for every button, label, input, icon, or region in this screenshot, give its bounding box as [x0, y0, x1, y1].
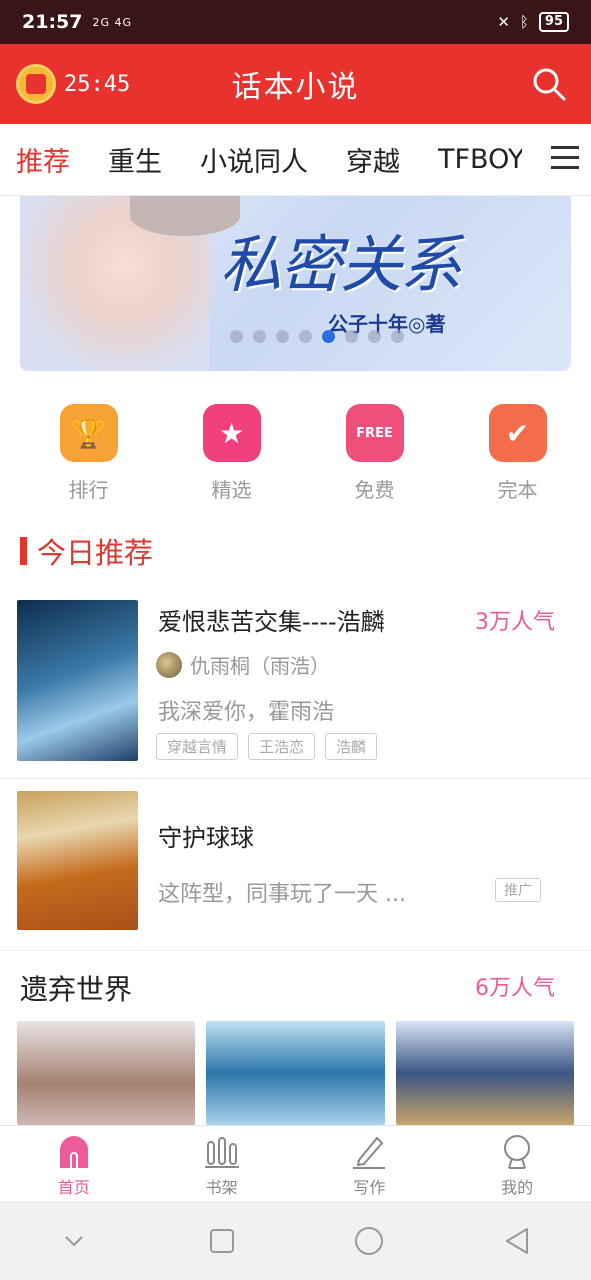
free-icon: FREE	[345, 404, 404, 462]
section-title: 今日推荐	[37, 536, 154, 570]
system-nav-bar	[0, 1201, 591, 1280]
chevron-down-icon	[65, 1235, 83, 1246]
ad-item[interactable]: 守护球球 这阵型，同事玩了一天 ... 推广	[0, 780, 591, 951]
nav-label: 我的	[501, 1178, 534, 1197]
carousel-dot[interactable]	[230, 330, 243, 343]
bluetooth-icon: ᛒ	[519, 13, 529, 31]
banner-title: 私密关系	[220, 228, 462, 301]
ad-badge: 推广	[495, 878, 541, 902]
nav-label: 写作	[353, 1178, 386, 1197]
vibrate-icon: ✕	[497, 13, 510, 31]
collection-cover[interactable]	[17, 1021, 196, 1125]
triangle-back-icon	[506, 1227, 529, 1254]
book-popularity: 3万人气	[475, 610, 555, 635]
battery-indicator: 95	[538, 12, 569, 32]
tab-time-travel[interactable]: 穿越	[346, 140, 400, 179]
nav-profile[interactable]: 我的	[443, 1126, 591, 1201]
book-tags: 穿越言情 王浩恋 浩麟	[156, 733, 378, 760]
app-bar: 25:45 话本小说	[0, 44, 591, 124]
tab-recommend[interactable]: 推荐	[16, 140, 70, 179]
carousel-dot[interactable]	[391, 330, 404, 343]
book-cover	[17, 600, 138, 761]
quick-link-featured[interactable]: ★ 精选	[163, 404, 300, 504]
home-button[interactable]	[296, 1225, 444, 1257]
banner-carousel[interactable]: 私密关系 公子十年◎著	[20, 196, 571, 371]
ad-title: 守护球球	[158, 824, 254, 852]
square-icon	[209, 1228, 234, 1253]
home-icon	[59, 1136, 88, 1168]
tab-rebirth[interactable]: 重生	[108, 140, 162, 179]
app-title: 话本小说	[231, 70, 360, 105]
menu-icon[interactable]	[551, 146, 579, 174]
nav-label: 书架	[205, 1178, 238, 1197]
quick-link-label: 排行	[68, 478, 109, 502]
section-header-today: 今日推荐	[20, 530, 153, 572]
nav-write[interactable]: 写作	[296, 1126, 444, 1201]
signal-indicator: 2G 4G	[92, 15, 133, 29]
quick-link-label: 精选	[211, 478, 252, 502]
carousel-dot[interactable]	[345, 330, 358, 343]
category-tabs: 推荐 重生 小说同人 穿越 TFBOYS	[0, 124, 591, 196]
quick-link-label: 免费	[354, 478, 395, 502]
tag[interactable]: 穿越言情	[156, 733, 239, 760]
book-title: 爱恨悲苦交集----浩麟	[158, 608, 385, 636]
quick-link-completed[interactable]: ✔ 完本	[449, 404, 586, 504]
ad-cover	[17, 791, 138, 930]
collection-cover[interactable]	[206, 1021, 385, 1125]
status-icons: ✕ ᛒ 95	[497, 12, 569, 32]
circle-icon	[355, 1226, 384, 1255]
quick-links: 🏆 排行 ★ 精选 FREE 免费 ✔ 完本	[0, 404, 591, 504]
nav-home[interactable]: 首页	[0, 1126, 148, 1201]
ad-description: 这阵型，同事玩了一天 ...	[158, 882, 406, 907]
back-button[interactable]	[443, 1226, 591, 1256]
carousel-dot[interactable]	[299, 330, 312, 343]
tag[interactable]: 王浩恋	[248, 733, 316, 760]
trophy-icon: 🏆	[59, 404, 118, 462]
bottom-nav: 首页 书架 写作 我的	[0, 1125, 591, 1201]
carousel-dot-active[interactable]	[322, 330, 335, 343]
tag[interactable]: 浩麟	[325, 733, 378, 760]
collection-covers	[17, 1021, 574, 1125]
carousel-dot[interactable]	[253, 330, 266, 343]
book-author: 仇雨桐（雨浩）	[156, 650, 330, 679]
nav-label: 首页	[57, 1178, 90, 1197]
carousel-dot[interactable]	[276, 330, 289, 343]
shelf-icon	[204, 1137, 239, 1168]
search-icon[interactable]	[531, 66, 567, 102]
collapse-button[interactable]	[0, 1229, 148, 1253]
nav-shelf[interactable]: 书架	[148, 1126, 296, 1201]
collection-title[interactable]: 遗弃世界	[20, 968, 132, 1008]
carousel-dot[interactable]	[368, 330, 381, 343]
author-name: 仇雨桐（雨浩）	[190, 654, 330, 678]
avatar	[156, 651, 182, 678]
carousel-dots	[230, 330, 404, 343]
status-time: 21:57	[22, 11, 83, 33]
status-bar: 21:57 2G 4G ✕ ᛒ 95	[0, 0, 591, 44]
profile-icon	[504, 1135, 531, 1169]
quick-link-free[interactable]: FREE 免费	[306, 404, 443, 504]
star-icon: ★	[202, 404, 261, 462]
pencil-icon	[353, 1136, 386, 1169]
tab-tfboys[interactable]: TFBOYS	[438, 144, 522, 175]
tab-fanfic[interactable]: 小说同人	[200, 140, 308, 179]
recents-button[interactable]	[148, 1227, 296, 1255]
check-icon: ✔	[488, 404, 547, 462]
collection-popularity: 6万人气	[475, 976, 555, 1001]
book-description: 我深爱你，霍雨浩	[158, 700, 335, 725]
collection-cover[interactable]	[395, 1021, 574, 1125]
quick-link-ranking[interactable]: 🏆 排行	[20, 404, 157, 504]
quick-link-label: 完本	[497, 478, 538, 502]
book-item[interactable]: 爱恨悲苦交集----浩麟 3万人气 仇雨桐（雨浩） 我深爱你，霍雨浩 穿越言情 …	[0, 580, 591, 779]
